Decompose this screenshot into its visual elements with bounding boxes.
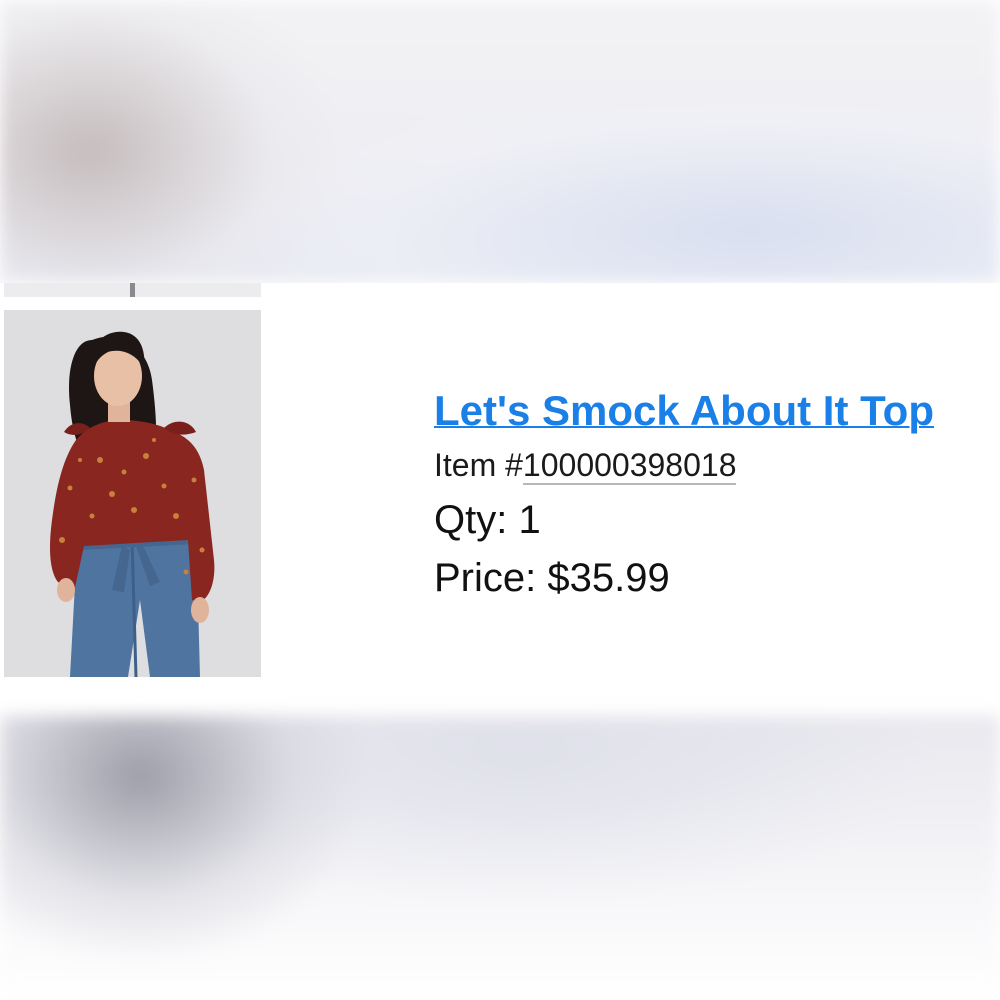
price-label: Price:	[434, 556, 548, 600]
price-value: $35.99	[547, 556, 670, 600]
quantity-line: Qty: 1	[434, 491, 1000, 549]
item-number-line: Item #100000398018	[434, 443, 1000, 487]
product-name-link[interactable]: Let's Smock About It Top	[434, 383, 1000, 439]
product-photo-illustration	[4, 310, 261, 677]
item-number-value[interactable]: 100000398018	[522, 447, 737, 485]
quantity-value: 1	[518, 498, 541, 542]
blurred-background-bottom	[0, 716, 1000, 1000]
product-thumbnail[interactable]	[4, 310, 261, 677]
blurred-background-top	[0, 0, 1000, 283]
order-item-card: Let's Smock About It Top Item #100000398…	[0, 283, 1000, 716]
item-number-label: Item #	[434, 447, 523, 483]
previous-item-thumbnail-edge	[4, 283, 261, 297]
price-line: Price: $35.99	[434, 549, 1000, 607]
quantity-label: Qty:	[434, 498, 519, 542]
order-item-details: Let's Smock About It Top Item #100000398…	[434, 383, 1000, 607]
screenshot-canvas: Let's Smock About It Top Item #100000398…	[0, 0, 1000, 1000]
thumbnail-divider	[130, 283, 135, 297]
